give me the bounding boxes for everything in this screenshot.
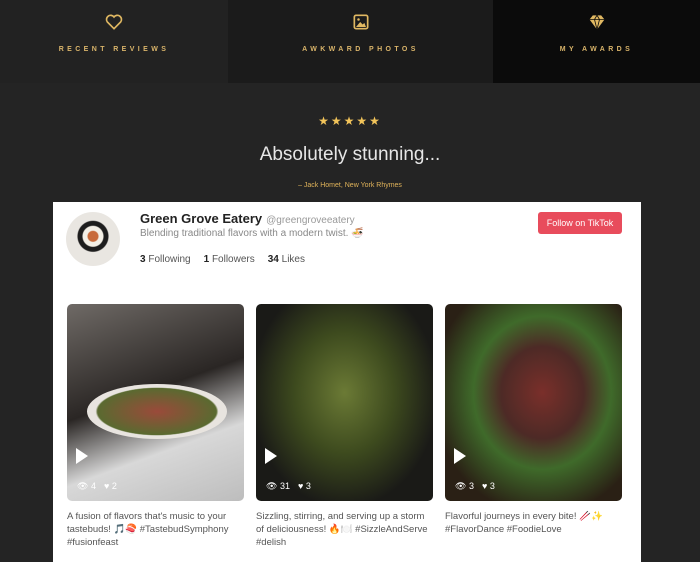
tiktok-feed-card: Green Grove Eatery @greengroveeatery Blen… — [53, 202, 641, 562]
eye-icon: 👁 3 — [455, 481, 474, 491]
post-thumbnail[interactable]: 👁 4 ♥ 2 — [67, 304, 244, 501]
heart-icon — [105, 14, 123, 30]
play-icon[interactable] — [76, 448, 88, 464]
post-stats: 👁 3 ♥ 3 — [455, 481, 495, 492]
nav-recent-reviews[interactable]: RECENT REVIEWS — [0, 0, 228, 83]
profile-name[interactable]: Green Grove Eatery @greengroveeatery — [140, 211, 355, 226]
post[interactable]: 👁 31 ♥ 3 Sizzling, stirring, and serving … — [256, 304, 433, 549]
post-caption: Flavorful journeys in every bite! 🥢✨ #Fl… — [445, 511, 603, 535]
image-icon — [353, 14, 368, 30]
rating-stars: ★★★★★ — [318, 114, 382, 128]
post-stats: 👁 31 ♥ 3 — [266, 481, 311, 492]
nav-label: RECENT REVIEWS — [58, 46, 170, 53]
profile-name-text: Green Grove Eatery — [140, 211, 263, 226]
nav-awkward-photos[interactable]: AWKWARD PHOTOS — [228, 0, 493, 83]
likes-stat: 34 Likes — [267, 254, 305, 265]
avatar[interactable] — [66, 212, 120, 266]
post[interactable]: 👁 3 ♥ 3 Flavorful journeys in every bite!… — [445, 304, 622, 536]
heart-icon: ♥ 3 — [481, 481, 495, 491]
eye-icon: 👁 31 — [266, 481, 290, 491]
eye-icon: 👁 4 — [77, 481, 96, 491]
nav-label: MY AWARDS — [559, 46, 634, 53]
review-quote: Absolutely stunning... — [259, 144, 441, 165]
post-stats: 👁 4 ♥ 2 — [77, 481, 117, 492]
follow-button[interactable]: Follow on TikTok — [538, 212, 622, 234]
nav-label: AWKWARD PHOTOS — [302, 46, 419, 53]
nav-my-awards[interactable]: MY AWARDS — [493, 0, 700, 83]
top-nav: RECENT REVIEWS AWKWARD PHOTOS MY AWARDS — [0, 0, 700, 83]
heart-icon: ♥ 3 — [297, 481, 311, 491]
profile-bio: Blending traditional flavors with a mode… — [140, 228, 364, 239]
followers-stat: 1 Followers — [203, 254, 255, 265]
play-icon[interactable] — [454, 448, 466, 464]
following-stat: 3 Following — [140, 254, 191, 265]
play-icon[interactable] — [265, 448, 277, 464]
profile-stats: 3 Following 1 Followers 34 Likes — [140, 254, 305, 265]
profile-handle: @greengroveeatery — [266, 215, 355, 226]
post-caption: A fusion of flavors that's music to your… — [67, 511, 229, 548]
review-author: – Jack Homet, New York Rhymes — [298, 182, 402, 189]
post-thumbnail[interactable]: 👁 31 ♥ 3 — [256, 304, 433, 501]
diamond-icon — [589, 14, 604, 30]
post[interactable]: 👁 4 ♥ 2 A fusion of flavors that's music … — [67, 304, 244, 549]
heart-icon: ♥ 2 — [103, 481, 117, 491]
post-caption: Sizzling, stirring, and serving up a sto… — [256, 511, 428, 548]
post-thumbnail[interactable]: 👁 3 ♥ 3 — [445, 304, 622, 501]
